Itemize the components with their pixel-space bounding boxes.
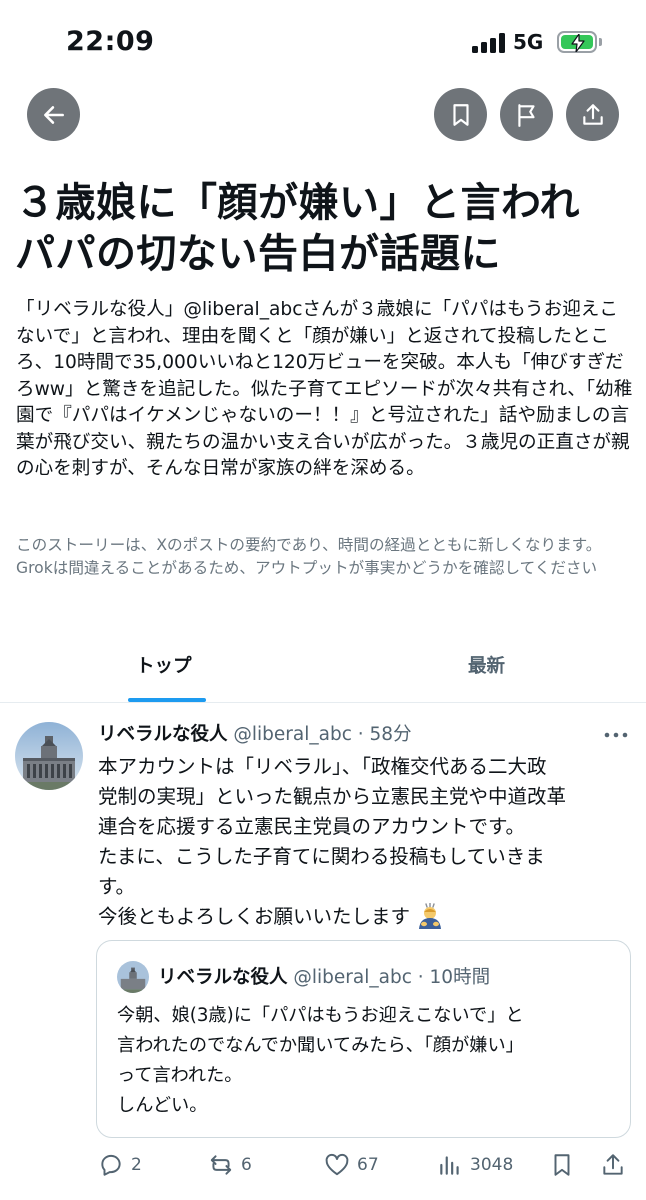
repost-icon: [210, 1155, 232, 1175]
avatar[interactable]: [15, 722, 83, 790]
tab-divider: [0, 702, 646, 703]
view-count: 3048: [470, 1155, 514, 1175]
post-body-line: 党制の実現」といった観点から立憲民主党や中道改革: [98, 785, 567, 808]
post-body: 本アカウントは「リベラル」、「政権交代ある二大政 党制の実現」といった観点から立…: [98, 752, 626, 932]
bookmark-icon: [452, 103, 469, 126]
quoted-avatar: [117, 961, 149, 993]
article-summary: 「リベラルな役人」@liberal_abcさんが３歳娘に「パパはもうお迎えこない…: [16, 299, 633, 479]
status-bar: 22:09 5G: [0, 0, 646, 88]
headline-line-2: パパの切ない告白が話題に: [15, 231, 501, 277]
bowing-person-emoji: [419, 903, 442, 929]
article-headline: ３歳娘に「顔が嫌い」と言われ パパの切ない告白が話題に: [15, 178, 635, 280]
share-post-button[interactable]: [600, 1152, 633, 1178]
reply-count: 2: [131, 1155, 142, 1175]
quoted-body-line: って言われた。: [117, 1065, 243, 1086]
quoted-post[interactable]: リベラルな役人 @liberal_abc · 10時間 今朝、娘(3歳)に「パパ…: [96, 940, 631, 1138]
repost-button[interactable]: 6: [208, 1152, 252, 1178]
report-button[interactable]: [500, 88, 553, 141]
status-time: 22:09: [66, 26, 155, 57]
post-body-line: たまに、こうした子育てに関わる投稿もしていきま: [98, 845, 545, 868]
share-button[interactable]: [566, 88, 619, 141]
views-button[interactable]: 3048: [437, 1152, 513, 1178]
network-label: 5G: [513, 30, 544, 54]
quoted-body-line: しんどい。: [117, 1095, 208, 1116]
reply-icon: [101, 1154, 121, 1176]
post-body-line: 今後ともよろしくお願いいたします: [98, 902, 626, 932]
battery-icon: [557, 31, 597, 53]
arrow-left-icon: [43, 105, 64, 124]
bookmark-icon: [554, 1154, 570, 1176]
repost-count: 6: [241, 1155, 252, 1175]
quoted-author: リベラルな役人: [158, 967, 288, 988]
bookmark-post-button[interactable]: [549, 1152, 582, 1178]
like-count: 67: [357, 1155, 379, 1175]
quoted-body: 今朝、娘(3歳)に「パパはもうお迎えこないで」と 言われたのでなんでか聞いてみた…: [117, 1001, 617, 1121]
flag-icon: [517, 103, 535, 127]
headline-line-1: ３歳娘に「顔が嫌い」と言われ: [15, 180, 580, 226]
post-body-line: 連合を応援する立憲民主党員のアカウントです。: [98, 815, 526, 838]
heart-icon: [325, 1153, 349, 1176]
signal-icon: [472, 33, 506, 53]
reply-button[interactable]: 2: [98, 1152, 142, 1178]
like-button[interactable]: 67: [324, 1152, 379, 1178]
tab-top[interactable]: トップ: [136, 652, 192, 678]
grok-disclaimer: このストーリーは、Xのポストの要約であり、時間の経過とともに新しくなります。Gr…: [16, 536, 602, 577]
battery-cap: [599, 38, 602, 46]
building-avatar-icon: [15, 722, 83, 790]
post-header: リベラルな役人 @liberal_abc · 58分: [98, 720, 412, 746]
post-body-line: す。: [98, 875, 136, 898]
tab-latest[interactable]: 最新: [468, 652, 505, 678]
quoted-body-line: 言われたのでなんでか聞いてみたら、「顔が嫌い」: [117, 1035, 524, 1056]
share-icon: [582, 103, 603, 125]
quoted-meta: @liberal_abc · 10時間: [293, 967, 491, 988]
post-body-text: 今後ともよろしくお願いいたします: [98, 905, 411, 928]
share-icon: [603, 1154, 623, 1175]
back-button[interactable]: [27, 88, 80, 141]
quoted-header: リベラルな役人 @liberal_abc · 10時間: [158, 963, 490, 989]
post-body-line: 本アカウントは「リベラル」、「政権交代ある二大政: [98, 755, 547, 778]
more-icon[interactable]: [604, 731, 628, 739]
post-author[interactable]: リベラルな役人: [98, 724, 228, 745]
building-avatar-icon: [117, 961, 149, 993]
analytics-icon: [440, 1156, 459, 1175]
quoted-body-line: 今朝、娘(3歳)に「パパはもうお迎えこないで」と: [117, 1005, 524, 1026]
bookmark-button[interactable]: [434, 88, 487, 141]
post-meta: @liberal_abc · 58分: [233, 724, 412, 745]
bolt-icon: [571, 34, 585, 52]
